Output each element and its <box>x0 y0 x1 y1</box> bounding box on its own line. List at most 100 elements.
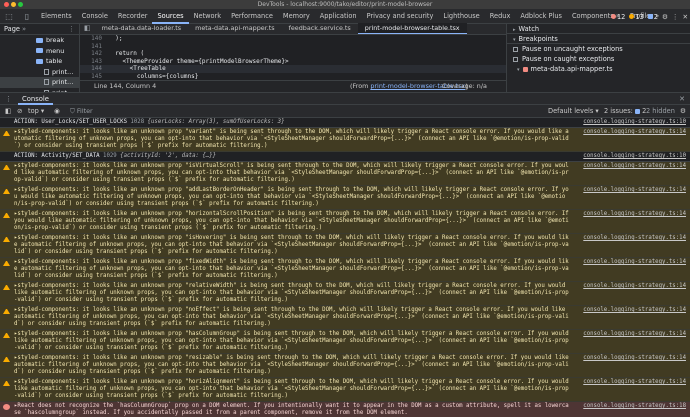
message-source-link[interactable]: console.logging-strategy.ts:10 <box>583 119 686 126</box>
main-tab-network[interactable]: Network <box>189 9 227 24</box>
console-warning-message[interactable]: ▸styled-components: it looks like an unk… <box>0 234 690 258</box>
main-tab-application[interactable]: Application <box>315 9 362 24</box>
console-warning-message[interactable]: ▸styled-components: it looks like an unk… <box>0 162 690 186</box>
main-tab-recorder[interactable]: Recorder <box>113 9 153 24</box>
chevron-right-icon[interactable]: » <box>22 24 26 35</box>
message-source-link[interactable]: console.logging-strategy.ts:14 <box>583 283 686 290</box>
editor-tab[interactable]: feedback.service.ts <box>282 23 358 34</box>
clear-console-icon[interactable]: ⊘ <box>17 105 23 117</box>
main-tab-elements[interactable]: Elements <box>36 9 77 24</box>
console-error-message[interactable]: ▸React does not recognize the `hasColumn… <box>0 402 690 417</box>
code-line: 144 <TreeTable <box>80 65 506 73</box>
editor-tab-bar: ◧ meta-data.data-loader.ts meta-data.api-… <box>80 23 506 35</box>
drawer-menu-icon[interactable]: ⋮ <box>5 93 12 105</box>
navigator-item[interactable]: table <box>0 56 79 67</box>
line-number[interactable]: 140 <box>80 35 108 43</box>
message-source-link[interactable]: console.logging-strategy.ts:14 <box>583 163 686 170</box>
close-drawer-icon[interactable]: ✕ <box>679 93 685 105</box>
message-source-link[interactable]: console.logging-strategy.ts:14 <box>583 187 686 194</box>
pause-uncaught-checkbox[interactable]: Pause on uncaught exceptions <box>507 44 690 54</box>
close-devtools-icon[interactable]: ✕ <box>682 13 688 21</box>
console-warning-message[interactable]: ▸styled-components: it looks like an unk… <box>0 186 690 210</box>
message-source-link[interactable]: console.logging-strategy.ts:14 <box>583 331 686 338</box>
line-number[interactable]: 143 <box>80 58 108 66</box>
line-number[interactable]: 141 <box>80 43 108 51</box>
main-tab-performance[interactable]: Performance <box>226 9 278 24</box>
eye-icon[interactable]: ◉ <box>54 105 60 117</box>
message-object[interactable]: {activityId: '2', data: {…}} <box>117 153 216 159</box>
line-number[interactable]: 144 <box>80 65 108 73</box>
message-source-link[interactable]: console.logging-strategy.ts:14 <box>583 355 686 362</box>
error-count[interactable]: 12 <box>610 13 625 21</box>
maximize-window-icon[interactable] <box>18 2 23 7</box>
drawer-tab-console[interactable]: Console <box>18 93 53 105</box>
console-warning-message[interactable]: ▸styled-components: it looks like an unk… <box>0 354 690 378</box>
message-source-link[interactable]: console.logging-strategy.ts:14 <box>583 129 686 136</box>
expand-triangle-icon: ▸ <box>513 27 516 33</box>
inspect-element-icon[interactable]: ⬚ <box>0 9 18 24</box>
console-messages: ACTION: User_Locks/SET_USER_LOCKS 1028 {… <box>0 118 690 417</box>
message-source-link[interactable]: console.logging-strategy.ts:18 <box>583 403 686 410</box>
message-source-link[interactable]: console.logging-strategy.ts:14 <box>583 235 686 242</box>
filter-input[interactable]: ⛉ Filter <box>70 107 490 115</box>
toggle-navigator-icon[interactable]: ◧ <box>80 23 95 34</box>
device-toolbar-icon[interactable]: ▯ <box>18 9 36 24</box>
sidebar-toggle-icon[interactable]: ◧ <box>5 105 11 117</box>
watch-section[interactable]: ▸ Watch <box>507 24 690 34</box>
message-source-link[interactable]: console.logging-strategy.ts:14 <box>583 259 686 266</box>
issues-button[interactable]: 2 issues: 2 <box>604 105 646 117</box>
console-warning-message[interactable]: ▸styled-components: it looks like an unk… <box>0 306 690 330</box>
navigator-item[interactable]: print… <box>0 77 79 88</box>
info-count[interactable]: 2 <box>647 13 658 21</box>
navigator-item[interactable]: break <box>0 35 79 46</box>
message-text: ▸styled-components: it looks like an unk… <box>14 235 569 255</box>
navigator-more-icon[interactable]: ⋮ <box>68 24 75 35</box>
code-view[interactable]: 140 ); 141 142 return (143 <ThemeProvider … <box>80 35 506 80</box>
console-warning-message[interactable]: ▸styled-components: it looks like an unk… <box>0 128 690 152</box>
editor-status-bar: Line 144, Column 4 (From print-model-bro… <box>80 80 506 92</box>
navigator-item[interactable]: print… <box>0 67 79 78</box>
message-object[interactable]: {userLocks: Array(3), sumOfUserLocks: 3} <box>144 119 285 125</box>
editor-tab[interactable]: meta-data.data-loader.ts <box>95 23 189 34</box>
editor-tab[interactable]: print-model-browser-table.tsx <box>357 23 467 34</box>
log-levels-dropdown[interactable]: Default levels ▾ <box>548 105 599 117</box>
line-number[interactable]: 145 <box>80 73 108 81</box>
console-warning-message[interactable]: ▸styled-components: it looks like an unk… <box>0 282 690 306</box>
breakpoints-section[interactable]: ▾ Breakpoints <box>507 34 690 44</box>
console-warning-message[interactable]: ▸styled-components: it looks like an unk… <box>0 258 690 282</box>
navigator-tab-page[interactable]: Page <box>4 25 20 33</box>
console-warning-message[interactable]: ▸styled-components: it looks like an unk… <box>0 210 690 234</box>
editor-tab[interactable]: meta-data.api-mapper.ts <box>188 23 281 34</box>
console-warning-message[interactable]: ▸styled-components: it looks like an unk… <box>0 378 690 402</box>
console-log-message[interactable]: ACTION: User_Locks/SET_USER_LOCKS 1028 {… <box>0 118 690 128</box>
issue-icon <box>635 108 640 114</box>
main-tab-privacy-and-security[interactable]: Privacy and security <box>362 9 439 24</box>
main-tab-adblock-plus[interactable]: Adblock Plus <box>515 9 567 24</box>
message-text: ▸styled-components: it looks like an unk… <box>14 355 573 375</box>
message-source-link[interactable]: console.logging-strategy.ts:14 <box>583 379 686 386</box>
console-warning-message[interactable]: ▸styled-components: it looks like an unk… <box>0 330 690 354</box>
main-tab-sources[interactable]: Sources <box>152 9 189 24</box>
main-tab-memory[interactable]: Memory <box>278 9 315 24</box>
pause-caught-checkbox[interactable]: Pause on caught exceptions <box>507 54 690 64</box>
line-number[interactable]: 142 <box>80 50 108 58</box>
more-options-icon[interactable]: ⋮ <box>672 13 679 21</box>
navigator-item[interactable]: menu <box>0 46 79 57</box>
console-log-message[interactable]: ACTION: Activity/SET_DATA 1029 {activity… <box>0 152 690 162</box>
main-tab-lighthouse[interactable]: Lighthouse <box>438 9 484 24</box>
settings-gear-icon[interactable]: ⚙ <box>662 13 668 21</box>
checkbox-icon <box>513 46 518 52</box>
warning-triangle-icon <box>3 212 10 218</box>
message-source-link[interactable]: console.logging-strategy.ts:14 <box>583 307 686 314</box>
folder-icon <box>36 37 43 43</box>
console-settings-icon[interactable]: ⚙ <box>680 105 686 117</box>
main-tab-redux[interactable]: Redux <box>485 9 516 24</box>
breakpoint-file-item[interactable]: ▾ meta-data.api-mapper.ts <box>507 64 690 74</box>
main-tab-console[interactable]: Console <box>77 9 113 24</box>
close-window-icon[interactable] <box>4 2 9 7</box>
message-source-link[interactable]: console.logging-strategy.ts:10 <box>583 153 686 160</box>
message-source-link[interactable]: console.logging-strategy.ts:14 <box>583 211 686 218</box>
warning-count[interactable]: 13 <box>629 13 644 21</box>
minimize-window-icon[interactable] <box>11 2 16 7</box>
context-selector[interactable]: top ▾ <box>28 105 44 117</box>
